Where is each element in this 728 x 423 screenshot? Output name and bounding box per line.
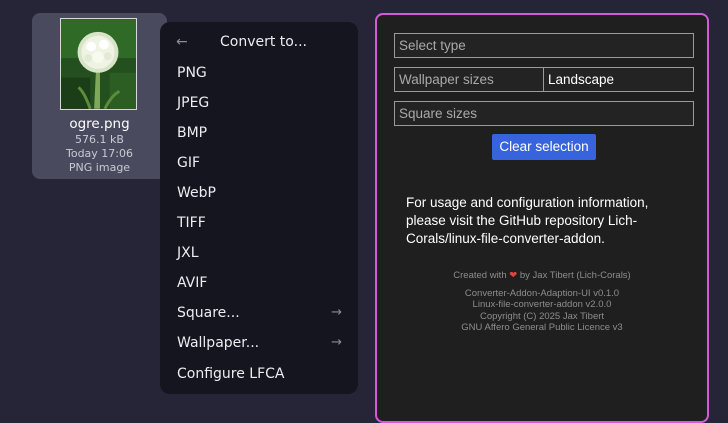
copyright: Copyright (C) 2025 Jax Tibert [479,311,605,322]
ui-version: Converter-Addon-Adaption-UI v0.1.0 [464,288,620,299]
menu-header[interactable]: ← Convert to... [160,32,358,54]
menu-item-jpeg[interactable]: JPEG [160,88,358,118]
wallpaper-sizes-dropdown[interactable]: Landscape [543,67,694,92]
menu-item-bmp[interactable]: BMP [160,118,358,148]
credit-prefix: Created with [453,270,507,281]
menu-item-tiff[interactable]: TIFF [160,208,358,238]
menu-item-label: Wallpaper... [177,335,260,351]
menu-item-label: JXL [177,245,199,261]
submenu-arrow-icon: → [331,335,342,350]
menu-item-label: Square... [177,305,240,321]
menu-item-square[interactable]: Square... → [160,298,358,328]
menu-item-configure-lfca[interactable]: Configure LFCA [160,359,358,389]
file-item-ogre[interactable]: ogre.png 576.1 kB Today 17:06 PNG image [32,13,167,179]
menu-item-label: GIF [177,155,201,171]
menu-item-label: TIFF [177,215,206,231]
file-name: ogre.png [69,116,130,132]
square-sizes-field[interactable]: Square sizes [394,101,694,126]
menu-item-label: AVIF [177,275,208,291]
menu-item-webp[interactable]: WebP [160,178,358,208]
image-thumbnail [60,18,137,110]
usage-info-text: For usage and configuration information,… [406,195,649,246]
file-modified: Today 17:06 [65,147,133,160]
file-size: 576.1 kB [75,133,124,146]
menu-item-label: PNG [177,65,207,81]
menu-item-jxl[interactable]: JXL [160,238,358,268]
license: GNU Affero General Public Licence v3 [461,322,623,333]
select-type-field[interactable]: Select type [394,33,694,58]
credit-suffix: by Jax Tibert (Lich-Corals) [519,270,631,281]
menu-item-label: WebP [177,185,216,201]
back-arrow-icon[interactable]: ← [176,33,190,51]
menu-item-gif[interactable]: GIF [160,148,358,178]
addon-version: Linux-file-converter-addon v2.0.0 [472,299,612,310]
clear-selection-button[interactable]: Clear selection [492,134,596,160]
menu-item-avif[interactable]: AVIF [160,268,358,298]
menu-item-wallpaper[interactable]: Wallpaper... → [160,328,358,358]
file-type: PNG image [68,161,131,174]
menu-item-label: BMP [177,125,208,141]
submenu-arrow-icon: → [331,305,342,320]
menu-item-label: Configure LFCA [177,366,285,382]
convert-to-menu: ← Convert to... PNG JPEG BMP GIF WebP TI… [160,22,358,394]
menu-title: Convert to... [220,34,307,50]
converter-dialog: Select type Wallpaper sizes Landscape Sq… [375,13,709,423]
heart-icon: ❤ [509,270,518,281]
wallpaper-sizes-label: Wallpaper sizes [394,67,544,92]
menu-item-png[interactable]: PNG [160,58,358,88]
created-with-credit: Created with ❤ by Jax Tibert (Lich-Coral… [377,270,707,281]
menu-item-label: JPEG [177,95,210,111]
